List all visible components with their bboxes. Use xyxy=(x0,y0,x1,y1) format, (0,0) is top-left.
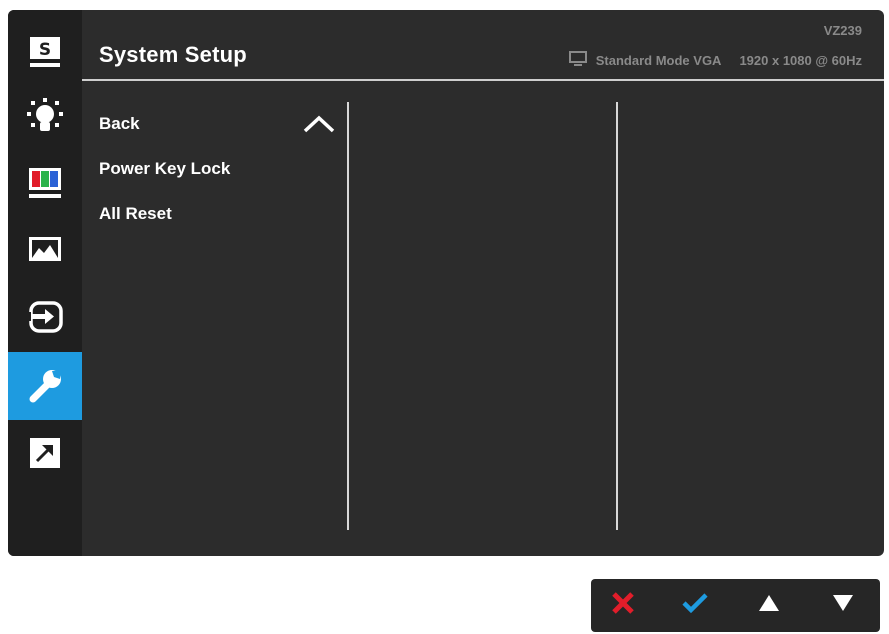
down-button[interactable] xyxy=(813,579,873,632)
chevron-up-icon xyxy=(302,113,336,140)
image-icon xyxy=(26,234,64,264)
close-button[interactable] xyxy=(593,579,653,632)
osd-key-guide xyxy=(591,579,880,632)
osd-window: S System Setup VZ239 Standard Mode VGA 1… xyxy=(8,10,884,556)
sidebar-item-color[interactable] xyxy=(8,150,82,216)
up-button[interactable] xyxy=(739,579,799,632)
status-resolution: 1920 x 1080 @ 60Hz xyxy=(739,53,862,68)
svg-text:S: S xyxy=(39,40,51,60)
page-title: System Setup xyxy=(99,42,247,67)
check-icon xyxy=(681,591,709,620)
system-setup-icon xyxy=(25,366,65,406)
splendid-icon: S xyxy=(27,36,63,70)
sidebar-item-splendid[interactable]: S xyxy=(8,20,82,86)
down-arrow-icon xyxy=(832,593,854,618)
status-bar: Standard Mode VGA 1920 x 1080 @ 60Hz xyxy=(568,51,862,70)
column-divider-1 xyxy=(347,102,349,530)
brightness-icon xyxy=(25,96,65,138)
sidebar-item-input-select[interactable] xyxy=(8,284,82,350)
model-name: VZ239 xyxy=(823,23,862,38)
status-mode: Standard Mode VGA xyxy=(595,53,722,68)
sidebar-item-system-setup[interactable] xyxy=(8,352,82,420)
shortcut-icon xyxy=(27,435,63,471)
sidebar-item-image[interactable] xyxy=(8,216,82,282)
up-arrow-icon xyxy=(758,593,780,618)
sidebar-item-shortcut[interactable] xyxy=(8,420,82,486)
confirm-button[interactable] xyxy=(665,579,725,632)
close-icon xyxy=(610,590,636,621)
osd-sidebar: S xyxy=(8,10,82,556)
input-select-icon xyxy=(25,299,65,335)
menu-item-all-reset[interactable]: All Reset xyxy=(99,204,172,224)
column-divider-2 xyxy=(616,102,618,530)
color-icon xyxy=(26,165,64,201)
menu-item-back[interactable]: Back xyxy=(99,114,140,134)
header-divider xyxy=(82,79,884,81)
menu-item-power-key-lock[interactable]: Power Key Lock xyxy=(99,159,230,179)
sidebar-item-brightness[interactable] xyxy=(8,84,82,150)
monitor-icon xyxy=(568,51,588,70)
